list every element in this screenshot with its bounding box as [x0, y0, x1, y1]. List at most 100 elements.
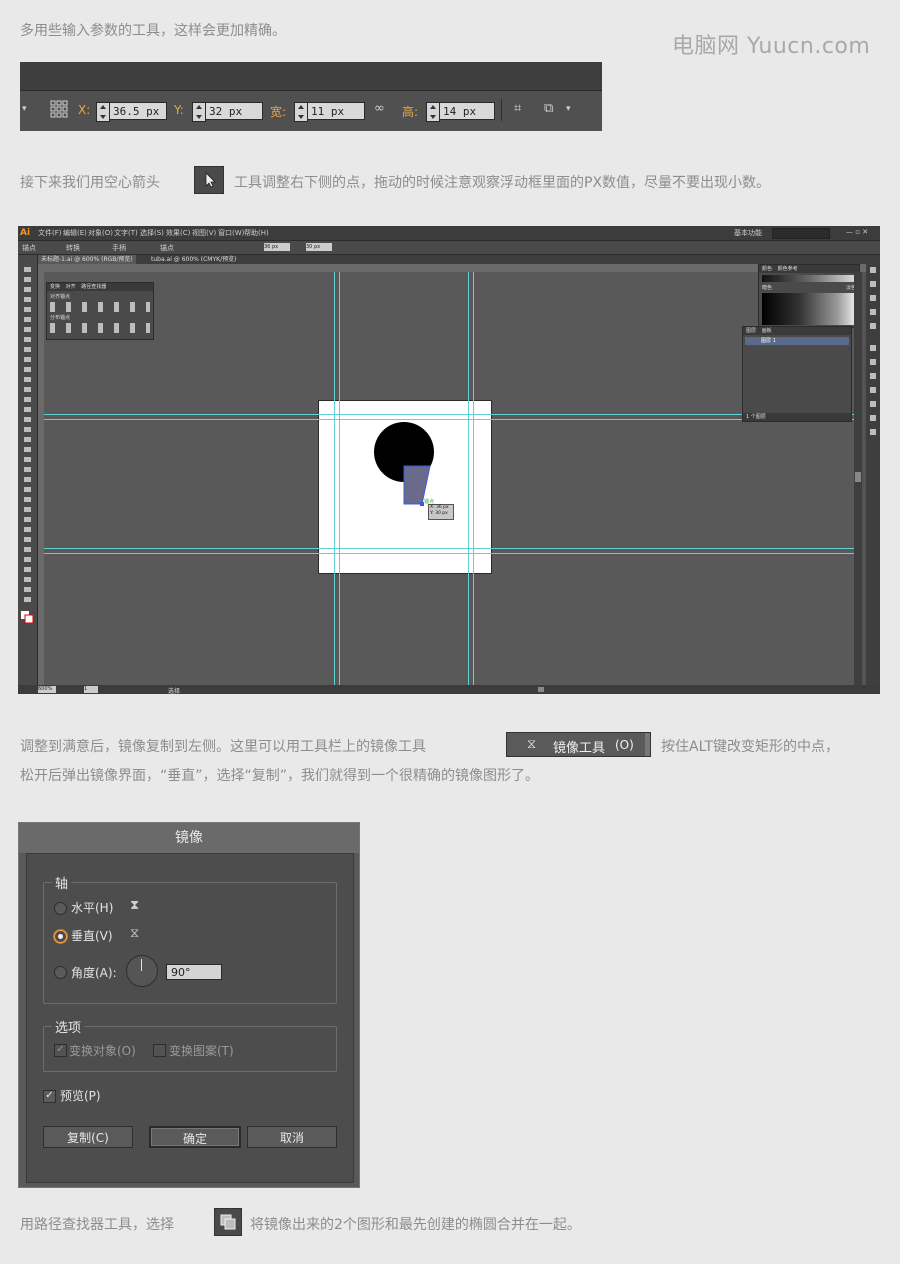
- control-handle: 手柄: [112, 244, 126, 252]
- tab-align[interactable]: 对齐: [66, 284, 76, 290]
- h-scroll-thumb[interactable]: [538, 687, 544, 692]
- menu-view[interactable]: 视图(V): [192, 228, 216, 238]
- align-buttons[interactable]: [50, 302, 150, 312]
- preview-checkbox[interactable]: ✓: [43, 1090, 56, 1103]
- x-stepper[interactable]: [96, 102, 110, 122]
- page-field[interactable]: 1: [84, 686, 98, 693]
- ellipse-and-trapezoid-art[interactable]: [318, 400, 490, 572]
- tab-transform[interactable]: 变换: [50, 284, 60, 290]
- layers-panel-tabs: 图层 画板: [743, 327, 851, 335]
- control-x-field[interactable]: 36 px: [264, 243, 290, 251]
- pathfinder-text-b: 将镜像出来的2个图形和最先创建的椭圆合并在一起。: [250, 1217, 581, 1233]
- reference-point-icon[interactable]: [50, 100, 68, 118]
- isolate-icon[interactable]: ⧉: [544, 101, 553, 116]
- tab-color[interactable]: 颜色: [762, 266, 772, 272]
- tooltip-y: Y: 30 px: [430, 511, 448, 516]
- pathfinder-text-a: 用路径查找器工具，选择: [20, 1217, 174, 1233]
- axis-group-title: 轴: [52, 873, 72, 892]
- transform-icon[interactable]: ⌗: [514, 101, 521, 116]
- control-y-field[interactable]: 30 px: [306, 243, 332, 251]
- reflect-tool-shortcut: (O): [615, 738, 634, 752]
- reflect-text-c: 松开后弹出镜像界面，“垂直”，选择“复制”，我们就得到一个很精确的镜像图形了。: [20, 768, 540, 784]
- ok-button[interactable]: 确定: [149, 1126, 241, 1148]
- workspace-switcher[interactable]: 基本功能: [734, 228, 762, 238]
- align-panel: 变换 对齐 路径查找器 对齐锚点 分布锚点: [46, 282, 154, 340]
- menu-edit[interactable]: 编辑(E): [63, 228, 87, 238]
- dock-icons[interactable]: [866, 255, 880, 455]
- transform-objects-checkbox[interactable]: ✓: [54, 1044, 67, 1057]
- site-watermark: 电脑网 Yuucn.com: [672, 34, 871, 59]
- illustrator-screenshot: Ai 文件(F) 编辑(E) 对象(O) 文字(T) 选择(S) 效果(C) 视…: [18, 226, 880, 694]
- distribute-buttons[interactable]: [50, 323, 150, 333]
- layers-footer: 1 个图层: [743, 413, 851, 421]
- x-field[interactable]: 36.5 px: [109, 102, 167, 120]
- menu-file[interactable]: 文件(F): [38, 228, 62, 238]
- reflect-tool-menu-item: ⧖ 镜像工具 (O): [506, 732, 651, 757]
- color-swatch-grid[interactable]: [762, 293, 856, 325]
- transform-toolbar-row: ▾ X: 36.5 px Y: 32 px 宽: 11 px ∞ 高: 14 p…: [20, 90, 602, 131]
- angle-dial[interactable]: [126, 955, 158, 987]
- distribute-anchors-label: 分布锚点: [50, 315, 71, 321]
- width-field[interactable]: 11 px: [307, 102, 365, 120]
- transform-patterns-label[interactable]: 变换图案(T): [169, 1042, 234, 1059]
- swatches-panel-tabs: 颜色 颜色参考: [759, 265, 859, 273]
- reflect-tool-icon: ⧖: [527, 737, 537, 752]
- canvas-area[interactable]: 锚点 X: 36 px Y: 30 px 变换 对齐 路径查找器 对齐锚点 分布…: [44, 264, 860, 685]
- width-stepper[interactable]: [294, 102, 308, 122]
- transform-toolbar: ▾ X: 36.5 px Y: 32 px 宽: 11 px ∞ 高: 14 p…: [20, 62, 602, 131]
- menu-type[interactable]: 文字(T): [114, 228, 138, 238]
- transform-objects-label[interactable]: 变换对象(O): [69, 1042, 136, 1059]
- tab-pathfinder[interactable]: 路径查找器: [81, 284, 106, 290]
- options-group-title: 选项: [52, 1017, 85, 1036]
- tools-icons[interactable]: [18, 255, 37, 655]
- angle-field[interactable]: 90°: [166, 964, 222, 980]
- vertical-radio[interactable]: [54, 930, 67, 943]
- tab-color-guide[interactable]: 颜色参考: [778, 266, 798, 272]
- x-label: X:: [78, 103, 91, 117]
- vertical-scrollbar[interactable]: [854, 272, 862, 685]
- control-label: 锚点: [22, 244, 36, 252]
- y-field[interactable]: 32 px: [205, 102, 263, 120]
- horizontal-label[interactable]: 水平(H): [71, 899, 113, 916]
- scroll-thumb[interactable]: [855, 472, 861, 482]
- position-tooltip: X: 36 px Y: 30 px: [428, 504, 454, 520]
- intro-text: 多用些输入参数的工具，这样会更加精确。: [20, 23, 286, 39]
- doc-tab-active[interactable]: 未标题-1.ai @ 600% (RGB/预览): [38, 255, 136, 264]
- reflect-text-a: 调整到满意后，镜像复制到左侧。这里可以用工具栏上的镜像工具: [20, 739, 426, 755]
- toolbar-divider: [501, 99, 502, 121]
- color-harmony-strip[interactable]: [762, 275, 856, 282]
- transform-patterns-checkbox[interactable]: [153, 1044, 166, 1057]
- reflect-tool-label: 镜像工具: [553, 741, 606, 756]
- dropdown-arrow-icon[interactable]: ▾: [22, 104, 27, 114]
- menu-effect[interactable]: 效果(C): [166, 228, 190, 238]
- vertical-label[interactable]: 垂直(V): [71, 927, 113, 944]
- angle-label[interactable]: 角度(A):: [71, 964, 117, 981]
- status-text: 选择: [168, 688, 181, 694]
- pathfinder-unite-icon: [214, 1208, 242, 1236]
- preview-label[interactable]: 预览(P): [60, 1087, 101, 1104]
- zoom-field[interactable]: 600%: [38, 686, 56, 693]
- search-input[interactable]: [772, 228, 830, 239]
- cancel-button[interactable]: 取消: [247, 1126, 337, 1148]
- y-stepper[interactable]: [192, 102, 206, 122]
- ai-logo: Ai: [20, 227, 34, 239]
- window-controls[interactable]: — ▫ ✕: [846, 228, 868, 236]
- menu-select[interactable]: 选择(S): [140, 228, 164, 238]
- align-panel-tabs: 变换 对齐 路径查找器: [47, 283, 153, 291]
- layer-row[interactable]: 图层 1: [745, 337, 849, 345]
- control-bar: 锚点 转换 手柄 锚点 36 px 30 px: [18, 241, 880, 255]
- doc-tab-2[interactable]: tuba.ai @ 600% (CMYK/预览): [148, 255, 239, 264]
- tab-layers[interactable]: 图层: [746, 328, 756, 334]
- menu-object[interactable]: 对象(O): [88, 228, 113, 238]
- angle-radio[interactable]: [54, 966, 67, 979]
- menu-window[interactable]: 窗口(W): [218, 228, 244, 238]
- swatches-panel: 颜色 颜色参考 暗色 淡色: [758, 264, 860, 328]
- height-field[interactable]: 14 px: [439, 102, 495, 120]
- horizontal-radio[interactable]: [54, 902, 67, 915]
- height-stepper[interactable]: [426, 102, 440, 122]
- menu-help[interactable]: 帮助(H): [244, 228, 269, 238]
- link-proportions-icon[interactable]: ∞: [374, 101, 385, 116]
- copy-button[interactable]: 复制(C): [43, 1126, 133, 1148]
- tab-artboards[interactable]: 画板: [762, 328, 772, 334]
- menu-arrow-icon[interactable]: ▾: [566, 104, 571, 114]
